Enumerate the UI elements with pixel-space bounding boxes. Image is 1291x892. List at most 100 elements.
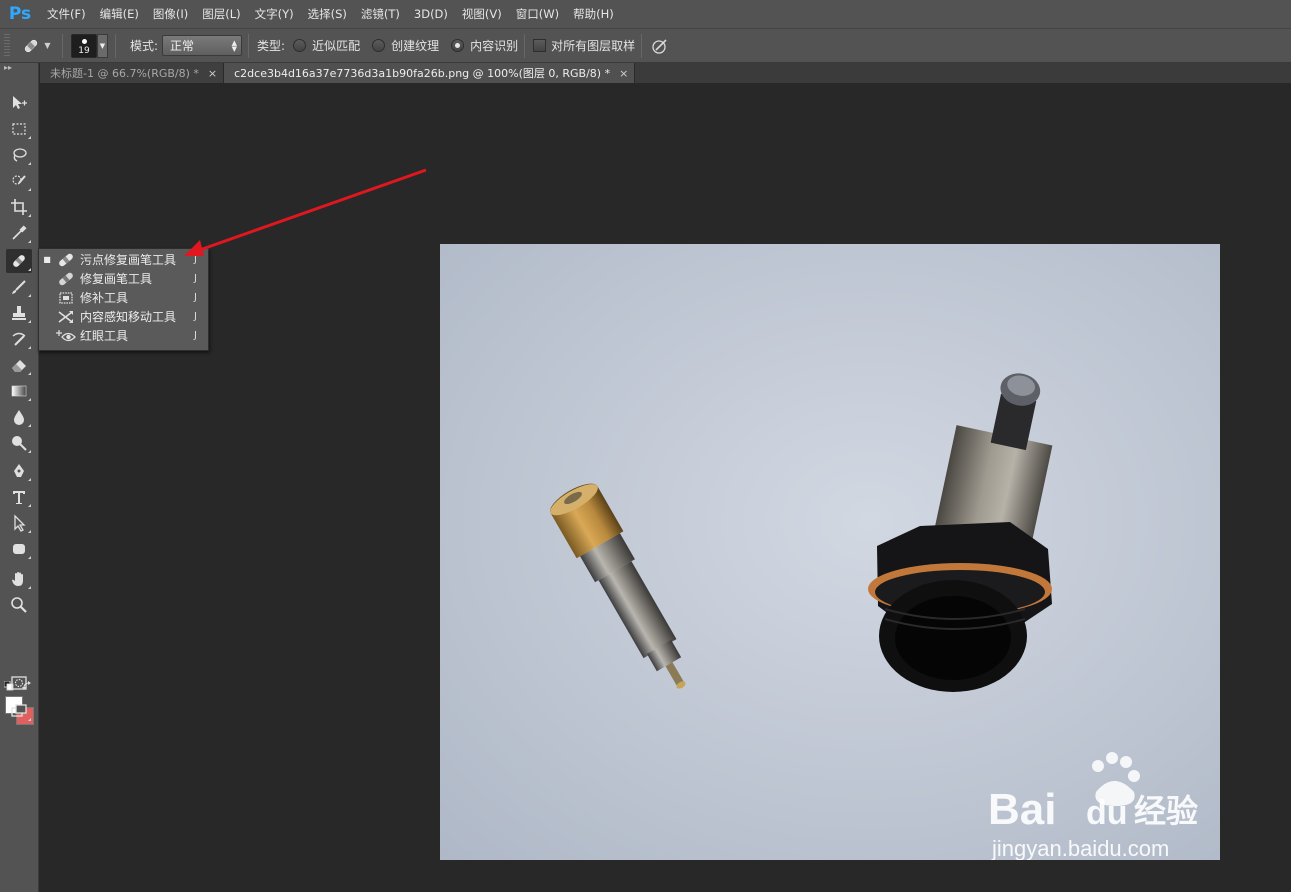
menu-layer[interactable]: 图层(L) (195, 0, 247, 28)
pen-tool[interactable] (6, 459, 32, 483)
sample-all-layers[interactable]: 对所有图层取样 (533, 37, 635, 54)
menu-help[interactable]: 帮助(H) (566, 0, 621, 28)
type-create-texture[interactable]: 创建纹理 (372, 37, 439, 54)
type-tool[interactable] (6, 485, 32, 509)
submenu-indicator-icon (28, 136, 31, 139)
pressure-size-button[interactable] (648, 34, 672, 58)
type-content-aware[interactable]: 内容识别 (451, 37, 518, 54)
spot-healing-brush-tool[interactable] (6, 249, 32, 273)
red-eye-icon (56, 329, 76, 341)
flyout-item-healing-brush[interactable]: 修复画笔工具 J (39, 269, 208, 288)
radio-button-selected[interactable] (451, 39, 465, 52)
document-tab-active[interactable]: c2dce3b4d16a37e7736d3a1b90fa26b.png @ 10… (224, 63, 636, 83)
submenu-indicator-icon (28, 214, 31, 217)
menu-edit[interactable]: 编辑(E) (93, 0, 146, 28)
submenu-indicator-icon (28, 556, 31, 559)
radio-button[interactable] (372, 39, 386, 52)
clone-stamp-tool[interactable] (6, 301, 32, 325)
submenu-indicator-icon (28, 530, 31, 533)
tab-title: 未标题-1 @ 66.7%(RGB/8) * (50, 67, 199, 80)
toolbox: ▸▸ (0, 63, 39, 892)
menu-3d[interactable]: 3D(D) (407, 0, 455, 28)
checkbox-label: 对所有图层取样 (551, 39, 636, 53)
options-grip[interactable] (4, 33, 10, 58)
baidu-jingyan-watermark: Bai du 经验 jingyan.baidu.com (988, 752, 1198, 860)
shortcut-key: J (194, 292, 197, 303)
brush-size-value: 19 (78, 45, 90, 56)
updown-arrows-icon: ▲ ▼ (231, 38, 238, 53)
divider (641, 33, 643, 58)
brush-tool[interactable] (6, 275, 32, 299)
patch-icon (59, 291, 73, 304)
close-icon[interactable]: × (619, 67, 628, 80)
gradient-tool[interactable] (6, 379, 32, 403)
hand-icon (12, 572, 23, 586)
spot-healing-brush-icon (13, 255, 25, 267)
submenu-indicator-icon (28, 718, 31, 721)
tool-preset-picker[interactable]: ▼ (16, 33, 56, 59)
path-select-tool[interactable] (6, 511, 32, 535)
checkbox[interactable] (533, 39, 547, 52)
eyedropper-icon (12, 225, 27, 240)
chevron-down-icon[interactable]: ▼ (97, 33, 108, 58)
move-icon (13, 96, 27, 109)
marquee-icon (12, 123, 26, 135)
eraser-icon (12, 360, 26, 372)
hand-tool[interactable] (6, 567, 32, 591)
menu-image[interactable]: 图像(I) (146, 0, 195, 28)
flyout-item-red-eye[interactable]: 红眼工具 J (39, 326, 208, 345)
divider (115, 33, 116, 58)
move-tool[interactable] (6, 91, 32, 115)
marquee-tool[interactable] (6, 117, 32, 141)
menu-filter[interactable]: 滤镜(T) (354, 0, 407, 28)
quick-mask-icon (11, 676, 27, 690)
mode-select[interactable]: 正常 ▲ ▼ (162, 35, 243, 56)
quick-mask-button[interactable] (6, 671, 32, 695)
zoom-tool[interactable] (6, 593, 32, 617)
tab-title: c2dce3b4d16a37e7736d3a1b90fa26b.png @ 10… (234, 67, 611, 80)
menu-select[interactable]: 选择(S) (301, 0, 354, 28)
photoshop-logo: Ps (8, 4, 32, 24)
crop-tool[interactable] (6, 195, 32, 219)
type-icon (13, 491, 25, 504)
dodge-tool[interactable] (6, 431, 32, 455)
flyout-label: 内容感知移动工具 (80, 310, 177, 324)
divider (248, 33, 250, 58)
history-brush-tool[interactable] (6, 327, 32, 351)
screen-mode-icon (11, 704, 27, 717)
shape-icon (13, 544, 25, 554)
lasso-tool[interactable] (6, 143, 32, 167)
shortcut-key: J (194, 330, 197, 341)
radio-label: 近似匹配 (312, 39, 361, 53)
clone-stamp-icon (12, 306, 26, 320)
screen-mode-button[interactable] (6, 699, 32, 723)
annotation-arrow (184, 168, 427, 256)
menu-window[interactable]: 窗口(W) (509, 0, 566, 28)
spot-healing-brush-icon (25, 39, 38, 52)
menu-view[interactable]: 视图(V) (455, 0, 509, 28)
quick-select-tool[interactable] (6, 169, 32, 193)
eraser-tool[interactable] (6, 353, 32, 377)
brush-size-picker[interactable]: 19 ▼ (71, 33, 109, 59)
eyedropper-tool[interactable] (6, 221, 32, 245)
document-tab[interactable]: 未标题-1 @ 66.7%(RGB/8) * × (40, 63, 225, 83)
blur-tool[interactable] (6, 405, 32, 429)
submenu-indicator-icon (28, 450, 31, 453)
divider (62, 33, 63, 58)
type-proximity-match[interactable]: 近似匹配 (293, 37, 360, 54)
close-icon[interactable]: × (208, 67, 217, 80)
flyout-item-patch[interactable]: 修补工具 J (39, 288, 208, 307)
flyout-item-content-aware-move[interactable]: 内容感知移动工具 J (39, 307, 208, 326)
content-aware-move-icon (58, 310, 73, 323)
spot-healing-brush-icon (59, 253, 73, 266)
shape-tool[interactable] (6, 537, 32, 561)
history-brush-icon (12, 332, 26, 346)
menu-bar: Ps 文件(F) 编辑(E) 图像(I) 图层(L) 文字(Y) 选择(S) 滤… (0, 0, 1291, 28)
toolbox-collapse-icon[interactable]: ▸▸ (0, 63, 38, 83)
menu-type[interactable]: 文字(Y) (248, 0, 301, 28)
mode-label: 模式: (130, 39, 159, 53)
menu-file[interactable]: 文件(F) (40, 0, 93, 28)
radio-button[interactable] (293, 39, 307, 52)
zoom-icon (11, 597, 27, 613)
shortcut-key: J (194, 273, 197, 284)
